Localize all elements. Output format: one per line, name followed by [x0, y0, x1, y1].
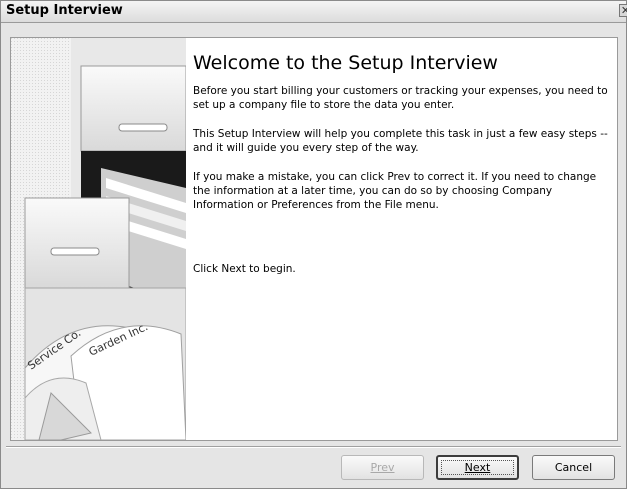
close-icon[interactable]: ✕	[619, 4, 627, 17]
title-bar[interactable]: Setup Interview ✕	[1, 1, 627, 23]
filing-cabinet-illustration: Service Co. Garden Inc.	[11, 38, 186, 440]
cancel-button[interactable]: Cancel	[532, 455, 615, 480]
setup-interview-dialog: Setup Interview ✕ Service Co. Garden Inc…	[0, 0, 627, 489]
window-title: Setup Interview	[6, 3, 123, 18]
mistake-paragraph: If you make a mistake, you can click Pre…	[193, 171, 597, 211]
intro-paragraph: Before you start billing your customers …	[193, 85, 608, 111]
content-panel: Service Co. Garden Inc. Welcome to the S…	[10, 37, 618, 441]
filing-cabinet-icon: Service Co. Garden Inc.	[11, 38, 186, 440]
button-separator	[6, 446, 621, 448]
next-button[interactable]: Next	[436, 455, 519, 480]
page-title: Welcome to the Setup Interview	[193, 52, 498, 74]
cancel-button-label: Cancel	[554, 461, 593, 474]
begin-instruction: Click Next to begin.	[193, 263, 296, 275]
prev-button[interactable]: Prev	[341, 455, 424, 480]
prev-button-label: Prev	[370, 461, 395, 474]
steps-paragraph: This Setup Interview will help you compl…	[193, 128, 608, 154]
focus-ring	[441, 460, 514, 475]
